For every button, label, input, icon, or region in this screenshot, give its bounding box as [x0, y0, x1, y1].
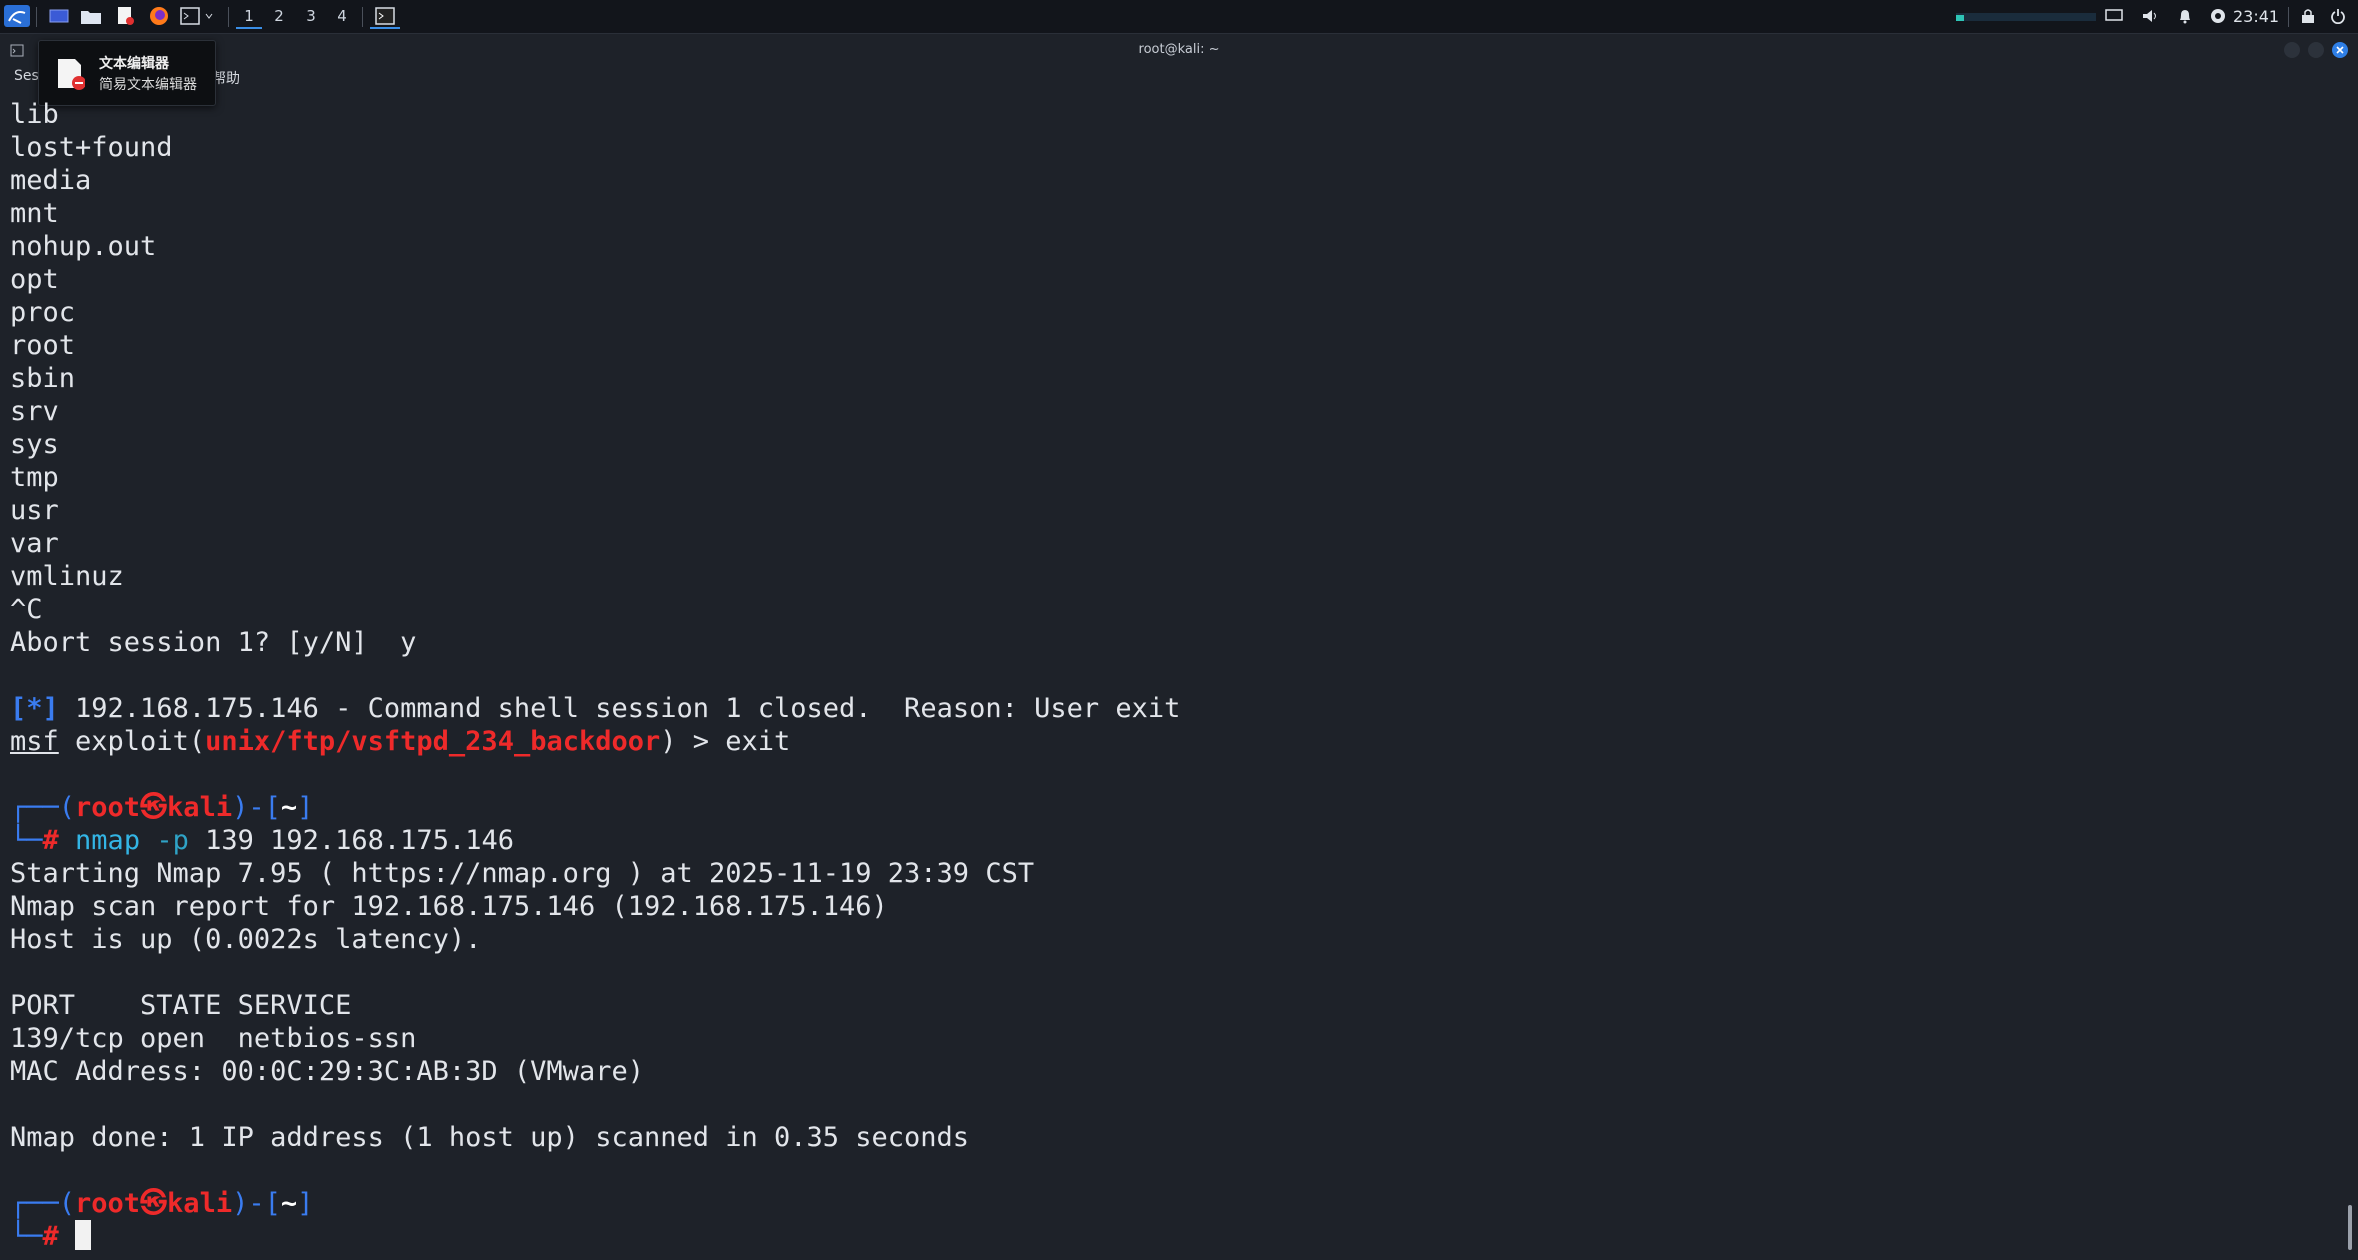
text-cursor [75, 1220, 92, 1250]
terminal-output[interactable]: lib lost+found media mnt nohup.out opt proc roo… [10, 98, 2340, 1253]
terminal-line: ^C [10, 594, 43, 625]
shell-prompt-header: ┌──(root㉿kali)-[~] [10, 1188, 314, 1219]
tooltip-subtitle: 简易文本编辑器 [99, 77, 197, 93]
window-title: root@kali: ~ [1138, 42, 1220, 57]
power-icon[interactable] [2326, 5, 2350, 27]
scrollbar-handle[interactable] [2348, 1205, 2352, 1250]
top-panel: 1 2 3 4 23:41 [0, 0, 2358, 34]
terminal-line: vmlinuz [10, 561, 124, 592]
terminal-line: usr [10, 495, 59, 526]
terminal-line: sys [10, 429, 59, 460]
terminal-line: 139/tcp open netbios-ssn [10, 1023, 417, 1054]
lock-icon[interactable] [2296, 5, 2320, 27]
terminal-line: var [10, 528, 59, 559]
cpu-graph [1955, 5, 2097, 27]
terminal-line: srv [10, 396, 59, 427]
maximize-button[interactable] [2308, 42, 2324, 58]
window-titlebar[interactable]: root@kali: ~ [0, 34, 2358, 66]
volume-icon[interactable] [2138, 5, 2162, 27]
terminal-line: Host is up (0.0022s latency). [10, 924, 482, 955]
terminal-line: lib [10, 99, 59, 130]
terminal-line: media [10, 165, 92, 196]
session-closed-line: [*] 192.168.175.146 - Command shell sess… [10, 693, 1181, 724]
shell-command-line: └─# nmap -p 139 192.168.175.146 [10, 825, 514, 856]
workspace-4[interactable]: 4 [329, 5, 355, 27]
terminal-icon[interactable] [178, 5, 218, 27]
terminal-line: Starting Nmap 7.95 ( https://nmap.org ) … [10, 858, 1035, 889]
terminal-line: mnt [10, 198, 59, 229]
kali-menu-icon[interactable] [4, 5, 30, 27]
terminal-line: MAC Address: 00:0C:29:3C:AB:3D (VMware) [10, 1056, 644, 1087]
ls-output: lib lost+found media mnt nohup.out opt proc roo… [10, 98, 2340, 659]
show-desktop-icon[interactable] [46, 5, 72, 27]
workspace-1[interactable]: 1 [236, 5, 262, 29]
terminal-line: Nmap scan report for 192.168.175.146 (19… [10, 891, 888, 922]
network-icon[interactable] [2206, 5, 2230, 27]
bell-icon[interactable] [2173, 5, 2197, 27]
empty-line [10, 1154, 2340, 1187]
clock[interactable]: 23:41 [2233, 5, 2279, 27]
text-editor-icon[interactable] [112, 5, 138, 27]
firefox-icon[interactable] [146, 5, 172, 27]
close-button[interactable] [2332, 42, 2348, 58]
terminal-line: proc [10, 297, 76, 328]
empty-line [10, 758, 2340, 791]
terminal-line: PORT STATE SERVICE [10, 990, 352, 1021]
terminal-line: opt [10, 264, 59, 295]
menu-help[interactable]: 帮助 [212, 68, 240, 88]
nmap-output: Starting Nmap 7.95 ( https://nmap.org ) … [10, 857, 2340, 1154]
menu-session[interactable]: Ses [14, 68, 39, 84]
text-editor-icon [55, 57, 86, 95]
terminal-line: Nmap done: 1 IP address (1 host up) scan… [10, 1122, 970, 1153]
app-tooltip: 文本编辑器 简易文本编辑器 [38, 40, 216, 106]
terminal-line: nohup.out [10, 231, 157, 262]
workspace-2[interactable]: 2 [266, 5, 292, 27]
display-icon[interactable] [2102, 5, 2126, 27]
file-manager-icon[interactable] [78, 5, 104, 27]
terminal-line: lost+found [10, 132, 173, 163]
minimize-button[interactable] [2284, 42, 2300, 58]
empty-line [10, 659, 2340, 692]
terminal-line: tmp [10, 462, 59, 493]
menu-bar: Ses 帮助 [0, 64, 2358, 88]
tooltip-title: 文本编辑器 [99, 56, 169, 72]
terminal-line: sbin [10, 363, 76, 394]
workspace-3[interactable]: 3 [298, 5, 324, 27]
terminal-window-icon[interactable] [370, 5, 400, 29]
terminal-line: root [10, 330, 76, 361]
shell-input-line[interactable]: └─# [10, 1220, 2340, 1253]
terminal-line: Abort session 1? [y/N] y [10, 627, 417, 658]
shell-prompt-header: ┌──(root㉿kali)-[~] [10, 792, 314, 823]
msf-prompt-line: msf exploit(unix/ftp/vsftpd_234_backdoor… [10, 726, 791, 757]
